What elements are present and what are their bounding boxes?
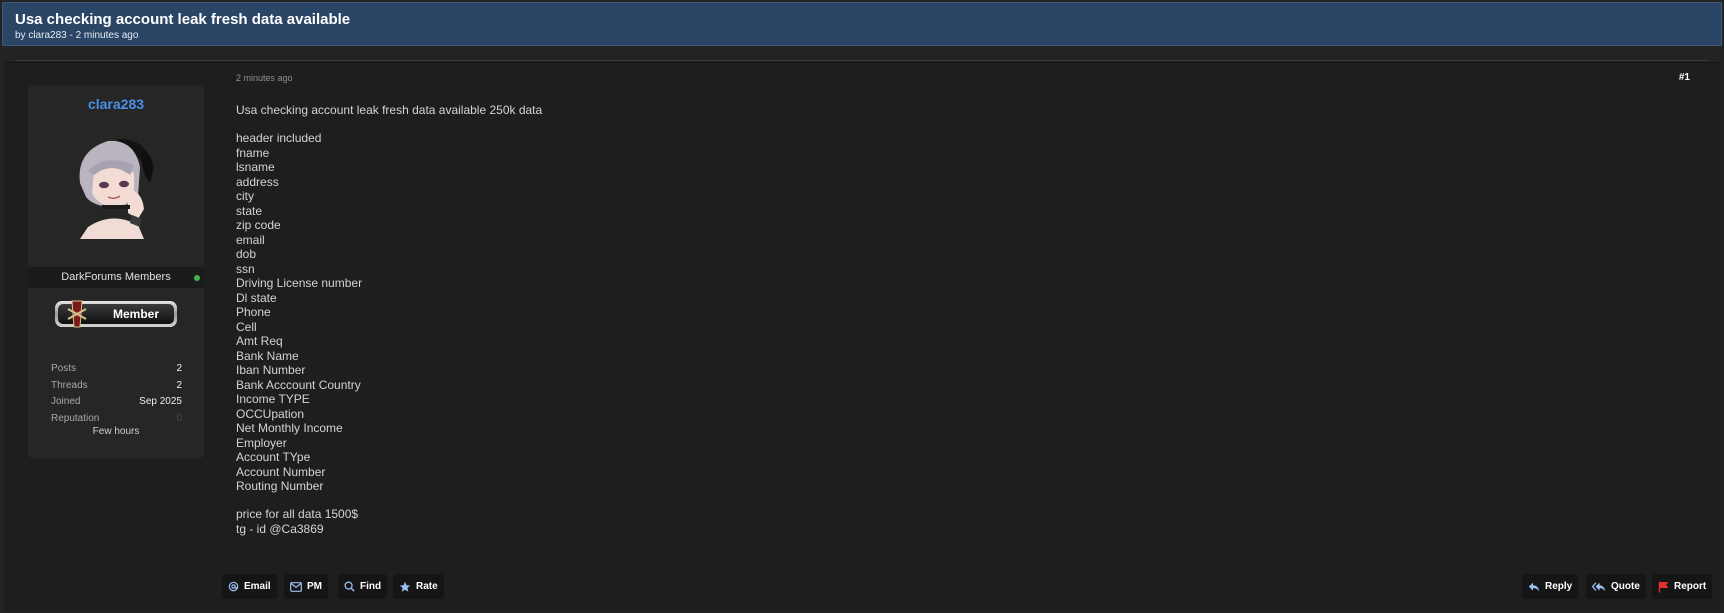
post-date: 2 minutes ago (236, 73, 293, 83)
rank-badge: Member (55, 300, 177, 328)
field-line: Routing Number (236, 479, 324, 493)
rate-button-label: Rate (416, 581, 438, 592)
reply-arrow-icon (1528, 582, 1540, 592)
user-stats: Posts 2 Threads 2 Joined Sep 2025 Reputa… (51, 361, 182, 427)
field-line: state (236, 203, 263, 218)
stat-value: 2 (176, 379, 182, 391)
field-line: lsname (236, 160, 275, 174)
stat-value[interactable]: 0 (176, 411, 182, 428)
star-icon (399, 581, 411, 593)
online-status-icon (194, 275, 200, 281)
thread-header: Usa checking account leak fresh data ava… (2, 2, 1722, 46)
field-line: email (236, 232, 265, 247)
thread-title: Usa checking account leak fresh data ava… (15, 11, 351, 28)
reply-button[interactable]: Reply (1522, 574, 1579, 599)
report-button-label: Report (1674, 581, 1707, 592)
stat-value: 2 (176, 363, 182, 374)
field-line: Account Number (236, 464, 326, 479)
field-line: Employer (236, 435, 287, 450)
field-line: Account TYpe (236, 450, 311, 464)
field-line: Bank Name (236, 348, 299, 363)
find-button[interactable]: Find (338, 574, 388, 599)
field-line: city (236, 189, 254, 203)
quote-button[interactable]: Quote (1586, 574, 1646, 599)
report-button[interactable]: Report (1652, 574, 1713, 599)
pm-button-label: PM (307, 581, 322, 592)
field-line: ssn (236, 261, 255, 276)
quote-button-label: Quote (1611, 581, 1640, 592)
stat-label: Reputation (51, 412, 100, 424)
reply-button-label: Reply (1545, 581, 1573, 592)
at-sign-icon (228, 581, 239, 592)
usergroup-label: DarkForums Members (28, 267, 204, 288)
rank-label: Member (113, 307, 159, 321)
stat-joined: Joined Sep 2025 (51, 394, 182, 411)
stat-posts: Posts 2 (51, 361, 182, 378)
field-line: address (236, 174, 279, 189)
field-line: zip code (236, 218, 281, 232)
search-icon (344, 581, 355, 592)
field-line: Bank Acccount Country (236, 377, 361, 392)
field-line: Net Monthly Income (236, 421, 343, 435)
find-button-label: Find (360, 581, 382, 592)
email-button[interactable]: Email (222, 574, 277, 599)
username-link[interactable]: clara283 (28, 96, 204, 112)
field-line: OCCUpation (236, 406, 305, 421)
field-line: Amt Req (236, 334, 283, 348)
stat-threads: Threads 2 (51, 378, 182, 395)
thread-meta: by clara283 - 2 minutes ago (15, 30, 139, 41)
activity-time: Few hours (92, 426, 140, 437)
rate-button[interactable]: Rate (393, 574, 444, 599)
post-body: Usa checking account leak fresh data ava… (236, 103, 1036, 536)
stat-value: Sep 2025 (139, 396, 182, 407)
post-number-link[interactable]: #1 (1679, 72, 1690, 83)
envelope-icon (290, 581, 302, 592)
pm-button[interactable]: PM (284, 574, 328, 599)
post: clara283 DarkForums Members Member Posts… (4, 62, 1720, 611)
usergroup-text: DarkForums Members (61, 271, 171, 283)
post-price: price for all data 1500$ (236, 507, 359, 521)
stat-reputation: Reputation 0 (51, 411, 182, 428)
user-panel: clara283 DarkForums Members Member Posts… (28, 85, 204, 458)
post-contact: tg - id @Ca3869 (236, 521, 324, 536)
post-intro: Usa checking account leak fresh data ava… (236, 103, 543, 117)
field-line: Income TYPE (236, 392, 310, 406)
field-line: Phone (236, 305, 271, 319)
email-button-label: Email (244, 581, 271, 592)
flag-icon (1658, 581, 1669, 593)
field-line: fname (236, 145, 270, 160)
field-line: Iban Number (236, 363, 306, 377)
stat-label: Posts (51, 363, 77, 374)
field-line: header included (236, 131, 322, 145)
divider (15, 60, 1709, 61)
reply-all-icon (1592, 581, 1606, 592)
field-line: Driving License number (236, 276, 363, 290)
field-line: dob (236, 247, 257, 261)
avatar[interactable] (68, 131, 160, 239)
field-line: Cell (236, 319, 257, 334)
stat-label: Threads (51, 379, 88, 391)
stat-label: Joined (51, 396, 81, 407)
field-line: Dl state (236, 290, 277, 305)
